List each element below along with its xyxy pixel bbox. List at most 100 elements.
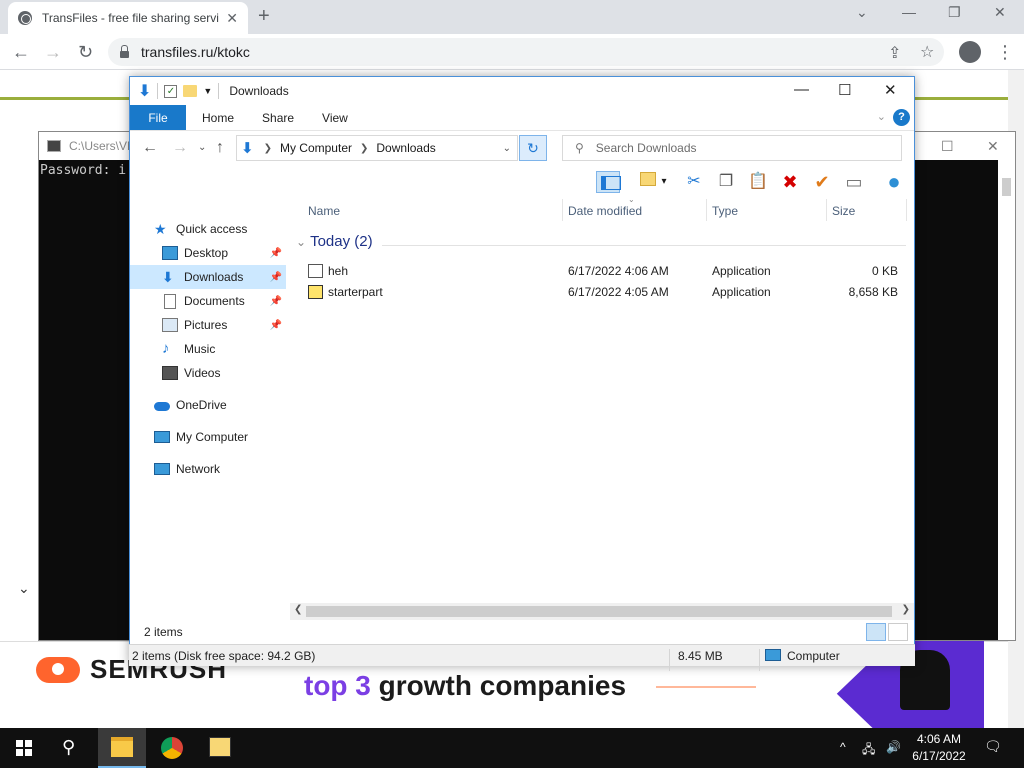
pin-icon[interactable]: 📌 <box>270 248 282 259</box>
navigation-pane-icon[interactable] <box>596 171 621 193</box>
back-icon[interactable]: ← <box>12 42 30 63</box>
copy-icon[interactable]: ❐ <box>714 171 738 193</box>
properties-check-icon[interactable]: ✓ <box>164 84 178 98</box>
close-button[interactable]: ✕ <box>994 4 1006 21</box>
chevron-down-icon[interactable]: ⌄ <box>18 580 30 597</box>
search-input[interactable]: ⚲ Search Downloads <box>562 135 902 161</box>
large-icons-view-icon[interactable] <box>888 623 908 641</box>
file-row[interactable]: heh 6/17/2022 4:06 AM Application 0 KB <box>290 261 914 281</box>
tab-file[interactable]: File <box>130 105 186 130</box>
file-explorer-window[interactable]: ⬇ ✓ ▼ Downloads — ☐ ✕ File Home Share Vi… <box>129 76 915 666</box>
address-dropdown-icon[interactable]: ⌄ <box>503 143 511 154</box>
column-name[interactable]: Name <box>308 204 340 218</box>
browser-tab[interactable]: TransFiles - free file sharing servi ✕ <box>8 2 248 34</box>
console-close-button[interactable]: ✕ <box>987 138 999 155</box>
file-row[interactable]: starterpart 6/17/2022 4:05 AM Applicatio… <box>290 282 914 302</box>
tray-overflow-icon[interactable]: ^ <box>840 740 846 754</box>
explorer-maximize-button[interactable]: ☐ <box>838 81 851 99</box>
ribbon-expand-icon[interactable]: ⌄ <box>877 110 886 123</box>
nav-onedrive[interactable]: OneDrive <box>154 393 227 417</box>
nav-network[interactable]: Network <box>154 457 220 481</box>
globe-icon[interactable]: ● <box>882 171 906 193</box>
breadcrumb-downloads[interactable]: Downloads <box>376 141 435 155</box>
reload-icon[interactable]: ↻ <box>78 42 93 63</box>
tab-view[interactable]: View <box>308 105 362 130</box>
refresh-button[interactable]: ↻ <box>519 135 547 161</box>
ad-headline[interactable]: top 3 growth companies <box>304 670 626 702</box>
rename-check-icon[interactable]: ✔ <box>810 171 834 193</box>
tab-share[interactable]: Share <box>248 105 308 130</box>
paste-icon[interactable]: 📋 <box>746 171 770 193</box>
nav-music[interactable]: ♪ Music <box>162 337 215 361</box>
column-divider[interactable] <box>706 199 707 221</box>
chrome-menu-icon[interactable]: ⋮ <box>996 42 1014 63</box>
details-view-icon[interactable] <box>866 623 886 641</box>
nav-quick-access[interactable]: ★ Quick access <box>154 217 247 241</box>
back-button[interactable]: ← <box>142 139 158 157</box>
horizontal-scrollbar[interactable]: ❮ ❯ <box>290 603 914 620</box>
pin-icon[interactable]: 📌 <box>270 320 282 331</box>
console-scroll-thumb[interactable] <box>1002 178 1011 196</box>
explorer-close-button[interactable]: ✕ <box>884 81 897 99</box>
column-date-modified[interactable]: Date modified <box>568 204 642 218</box>
nav-pictures[interactable]: Pictures 📌 <box>162 313 286 337</box>
scroll-right-icon[interactable]: ❯ <box>902 604 910 615</box>
forward-icon[interactable]: → <box>44 42 62 63</box>
up-button[interactable]: ↑ <box>216 139 224 157</box>
taskbar-chrome[interactable] <box>148 728 196 768</box>
new-tab-button[interactable]: + <box>258 5 270 28</box>
column-divider[interactable] <box>906 199 907 221</box>
address-bar[interactable]: transfiles.ru/ktokc ⇪ ☆ <box>108 38 944 66</box>
new-folder-icon[interactable] <box>183 85 198 97</box>
tab-home[interactable]: Home <box>186 105 248 130</box>
folder-options-icon[interactable] <box>636 171 660 193</box>
console-maximize-button[interactable]: ☐ <box>941 138 954 155</box>
restore-button[interactable]: ❐ <box>948 4 961 21</box>
column-divider[interactable] <box>826 199 827 221</box>
pin-icon[interactable]: 📌 <box>270 272 282 283</box>
breadcrumb-separator[interactable]: ❯ <box>264 143 272 154</box>
nav-label: Pictures <box>184 318 228 332</box>
nav-desktop[interactable]: Desktop 📌 <box>162 241 286 265</box>
taskbar-file-explorer[interactable] <box>98 728 146 768</box>
help-icon[interactable]: ? <box>893 109 910 126</box>
breadcrumb-my-computer[interactable]: My Computer <box>280 141 352 155</box>
qa-dropdown-icon[interactable]: ▼ <box>203 86 212 96</box>
column-type[interactable]: Type <box>712 204 738 218</box>
taskbar-console-app[interactable] <box>196 728 244 768</box>
properties-icon[interactable]: ▭ <box>842 171 866 193</box>
network-icon[interactable]: 🖧 <box>862 740 875 761</box>
minimize-button[interactable]: — <box>902 4 916 20</box>
cut-icon[interactable]: ✂ <box>682 171 706 193</box>
nav-downloads[interactable]: ⬇ Downloads 📌 <box>130 265 286 289</box>
profile-avatar-icon[interactable] <box>959 41 981 63</box>
breadcrumb-separator[interactable]: ❯ <box>360 143 368 154</box>
tab-search-icon[interactable]: ⌄ <box>856 4 868 21</box>
nav-my-computer[interactable]: My Computer <box>154 425 248 449</box>
notification-icon[interactable]: 🗨 <box>984 738 1002 755</box>
column-size[interactable]: Size <box>832 204 855 218</box>
forward-button[interactable]: → <box>172 139 188 157</box>
scroll-left-icon[interactable]: ❮ <box>294 604 302 615</box>
group-header-today[interactable]: ⌄ Today (2) <box>296 233 373 250</box>
console-scrollbar[interactable] <box>998 160 1015 640</box>
system-clock[interactable]: 4:06 AM 6/17/2022 <box>906 731 972 765</box>
recent-locations-icon[interactable]: ⌄ <box>198 142 206 153</box>
tab-close-icon[interactable]: ✕ <box>226 10 238 27</box>
windows-start-icon[interactable] <box>16 740 32 756</box>
scroll-thumb[interactable] <box>306 606 892 617</box>
delete-icon[interactable]: ✖ <box>778 171 802 193</box>
explorer-titlebar[interactable]: ⬇ ✓ ▼ Downloads — ☐ ✕ <box>130 77 914 105</box>
column-divider[interactable] <box>562 199 563 221</box>
pin-icon[interactable]: 📌 <box>270 296 282 307</box>
group-collapse-icon[interactable]: ⌄ <box>296 235 306 249</box>
share-icon[interactable]: ⇪ <box>888 43 901 63</box>
toolbar-dropdown-icon[interactable]: ▾ <box>658 171 670 193</box>
taskbar-search-icon[interactable]: ⚲ <box>62 737 75 758</box>
volume-icon[interactable]: 🔊 <box>886 740 901 754</box>
nav-videos[interactable]: Videos <box>162 361 220 385</box>
bookmark-star-icon[interactable]: ☆ <box>920 42 934 62</box>
explorer-address-bar[interactable]: ⬇ ❯ My Computer ❯ Downloads ⌄ <box>236 135 518 161</box>
nav-documents[interactable]: Documents 📌 <box>162 289 286 313</box>
explorer-minimize-button[interactable]: — <box>794 81 809 98</box>
